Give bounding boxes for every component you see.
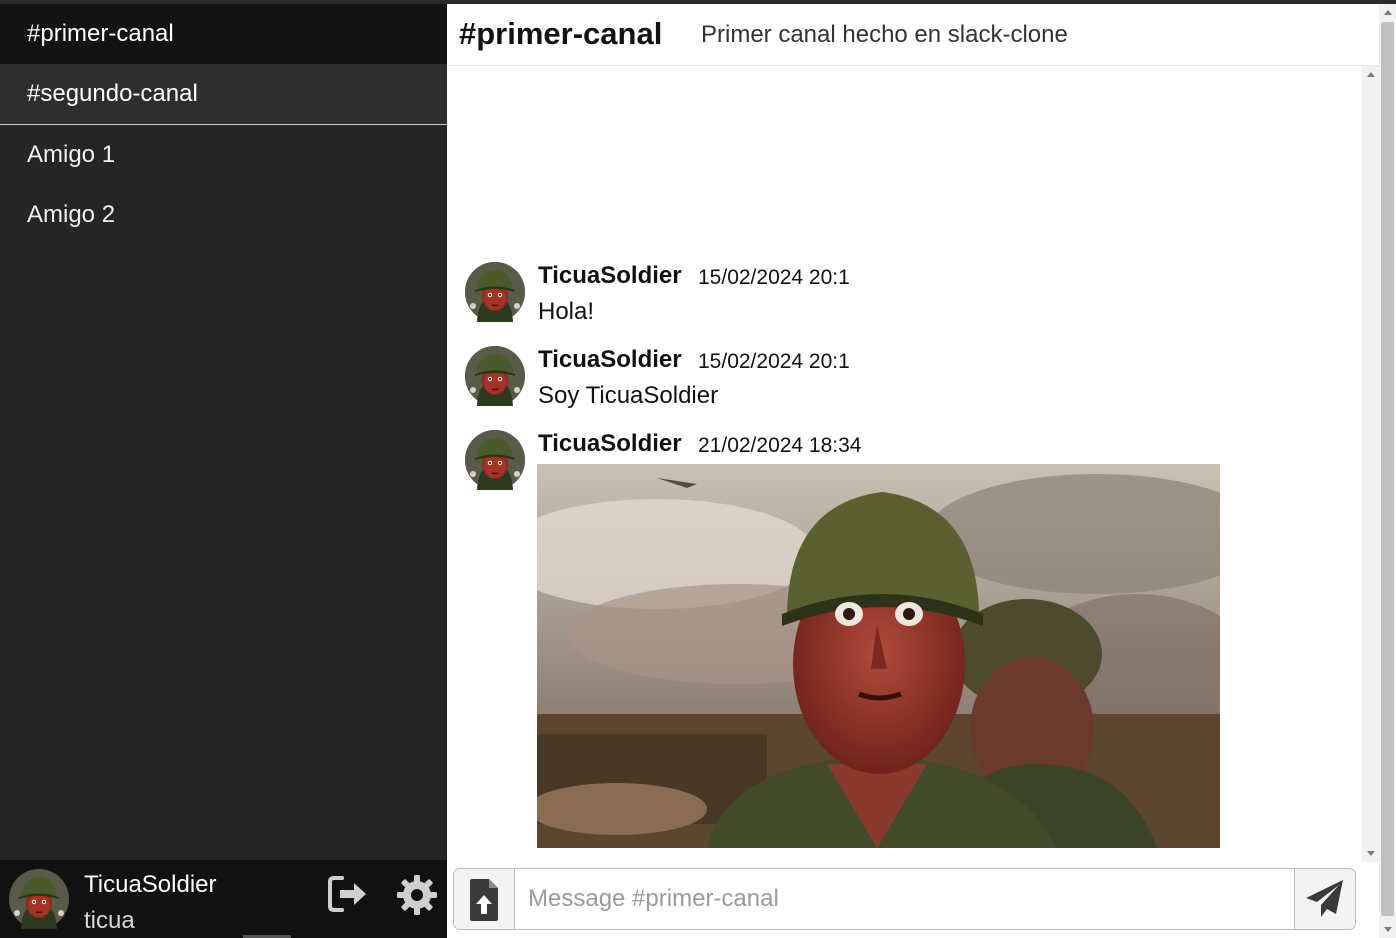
avatar: [465, 346, 525, 406]
message-author: TicuaSoldier: [538, 430, 682, 457]
message-author: TicuaSoldier: [538, 346, 682, 373]
user-handle: ticua: [84, 907, 135, 934]
avatar: [465, 430, 525, 490]
message-author: TicuaSoldier: [538, 262, 682, 289]
settings-button[interactable]: [396, 874, 438, 916]
avatar: [465, 262, 525, 322]
channel-description: Primer canal hecho en slack-clone: [701, 21, 1068, 48]
message-input[interactable]: [515, 869, 1295, 929]
send-button[interactable]: [1294, 869, 1355, 929]
message-item: TicuaSoldier 15/02/2024 20:1 Soy TicuaSo…: [465, 346, 1345, 409]
sidebar-item-amigo-2[interactable]: Amigo 2: [0, 185, 447, 245]
logout-button[interactable]: [326, 874, 370, 914]
message-text: Hola!: [538, 298, 595, 325]
message-list-scrollbar[interactable]: [1362, 66, 1379, 862]
scroll-up-arrow-icon[interactable]: [1367, 72, 1375, 77]
user-panel: TicuaSoldier ticua: [0, 860, 447, 938]
message-timestamp: 15/02/2024 20:1: [698, 350, 850, 373]
message-timestamp: 21/02/2024 18:34: [698, 434, 862, 457]
channel-header: #primer-canal Primer canal hecho en slac…: [447, 4, 1379, 66]
user-display-name: TicuaSoldier: [84, 871, 217, 898]
sidebar-item-segundo-canal[interactable]: #segundo-canal: [0, 64, 447, 124]
message-list: TicuaSoldier 15/02/2024 20:1 Hola! Ticua…: [447, 66, 1362, 860]
page-title: #primer-canal: [459, 16, 663, 51]
message-item: TicuaSoldier 21/02/2024 18:34: [465, 430, 1345, 860]
message-timestamp: 15/02/2024 20:1: [698, 266, 850, 289]
scroll-down-arrow-icon[interactable]: [1384, 927, 1392, 932]
logout-icon: [328, 876, 366, 912]
gear-icon: [397, 875, 437, 915]
soldier-painting-image[interactable]: [537, 464, 1220, 848]
paper-plane-icon: [1306, 880, 1343, 917]
sidebar-item-amigo-1[interactable]: Amigo 1: [0, 125, 447, 185]
attach-file-button[interactable]: [454, 869, 515, 929]
scroll-down-arrow-icon[interactable]: [1367, 851, 1375, 856]
scrollbar-thumb[interactable]: [1381, 22, 1394, 916]
message-text: Soy TicuaSoldier: [538, 382, 719, 409]
scroll-up-arrow-icon[interactable]: [1384, 10, 1392, 15]
message-item: TicuaSoldier 15/02/2024 20:1 Hola!: [465, 262, 1345, 325]
file-upload-icon: [470, 879, 498, 921]
sidebar-item-primer-canal[interactable]: #primer-canal: [0, 4, 447, 64]
message-composer: [453, 868, 1356, 930]
main-panel: #primer-canal Primer canal hecho en slac…: [447, 4, 1396, 938]
page-scrollbar[interactable]: [1379, 4, 1396, 938]
sidebar: #primer-canal #segundo-canal Amigo 1 Ami…: [0, 4, 447, 938]
channel-list: #primer-canal #segundo-canal: [0, 4, 447, 125]
friend-list: Amigo 1 Amigo 2: [0, 125, 447, 245]
avatar: [9, 869, 69, 929]
